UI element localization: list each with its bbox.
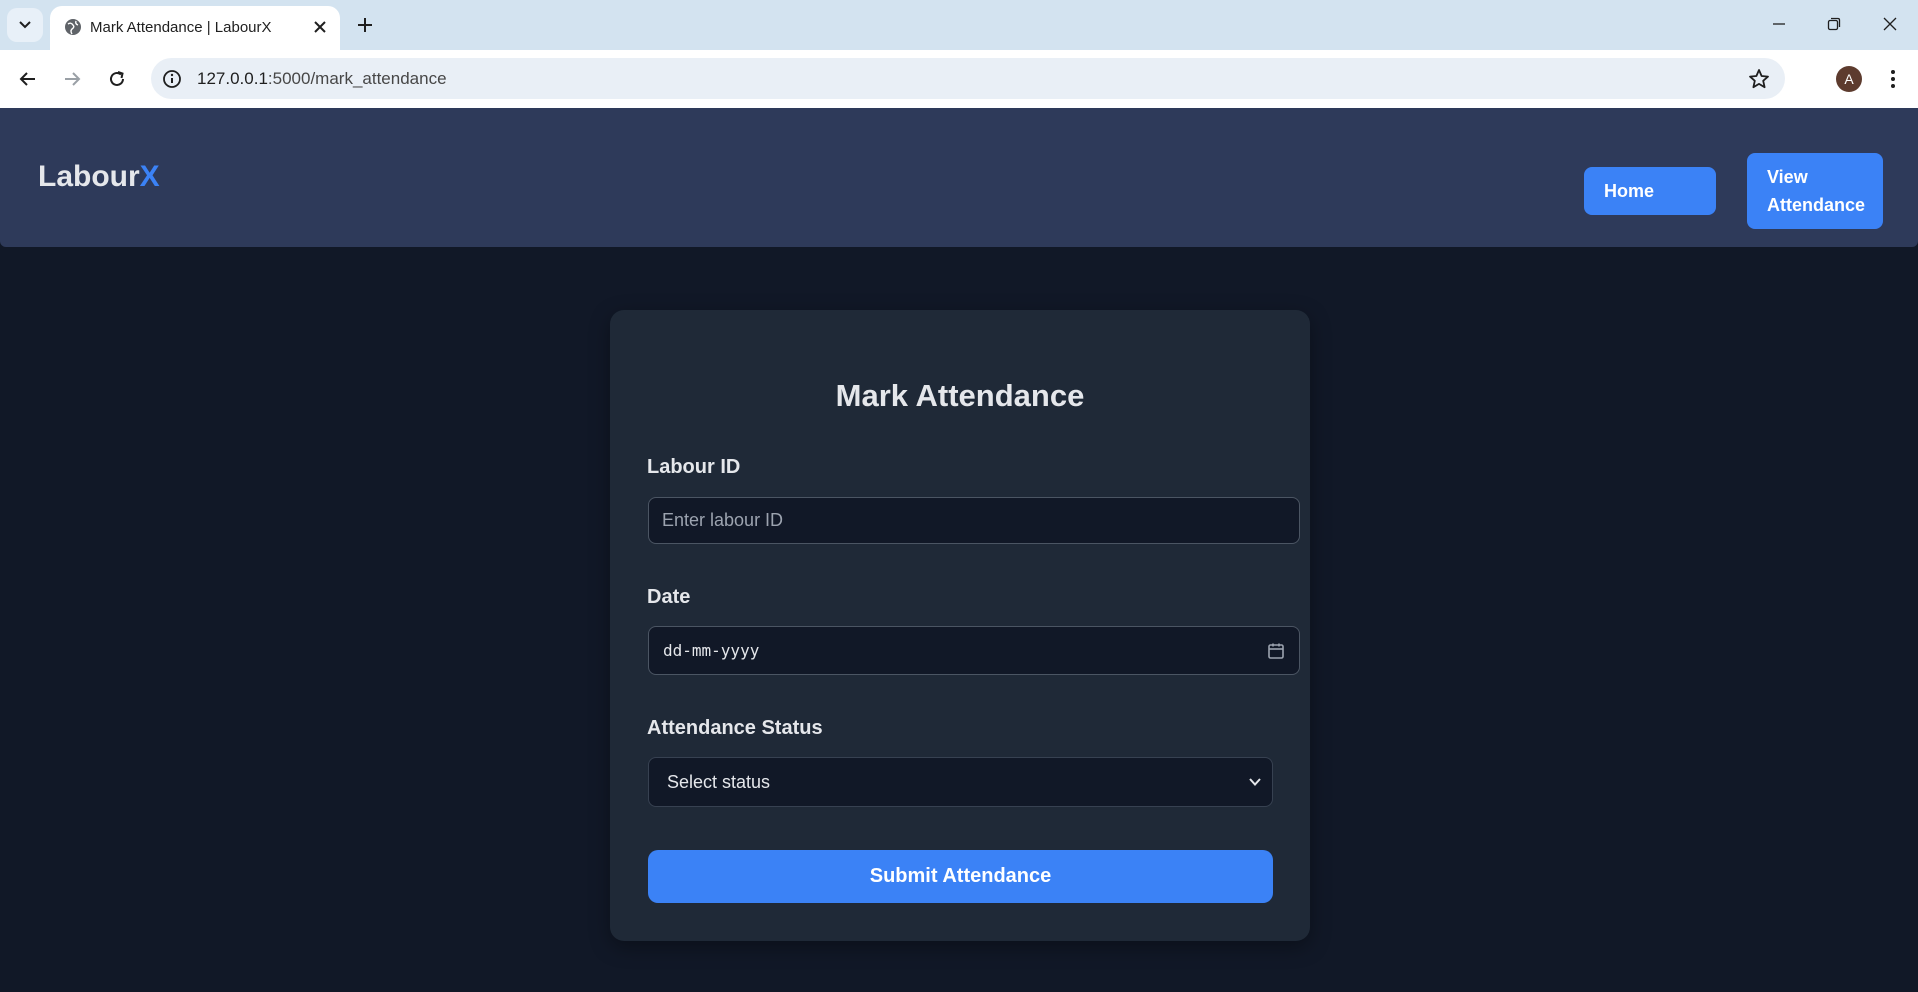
close-icon[interactable] — [310, 17, 330, 37]
logo-main: Labour — [38, 160, 140, 193]
date-input[interactable]: dd-mm-yyyy — [648, 626, 1300, 675]
tab-search-button[interactable] — [7, 8, 43, 42]
site-info-icon[interactable] — [161, 68, 183, 90]
site-header: LabourX Home View Attendance — [0, 108, 1918, 247]
logo-accent: X — [139, 160, 160, 193]
nav-home-button[interactable]: Home — [1584, 167, 1716, 215]
browser-tabstrip: Mark Attendance | LabourX — [0, 0, 1918, 50]
chevron-down-icon — [1249, 778, 1261, 786]
back-icon — [19, 72, 35, 86]
calendar-icon[interactable] — [1267, 642, 1285, 660]
nav-view-label-line2: Attendance — [1767, 195, 1866, 215]
profile-avatar[interactable]: A — [1836, 66, 1862, 92]
globe-icon — [65, 19, 81, 35]
attendance-status-label: Attendance Status — [647, 717, 823, 739]
labour-id-label: Labour ID — [647, 456, 741, 478]
page-title: Mark Attendance — [835, 378, 1085, 413]
back-button[interactable] — [14, 65, 42, 93]
address-bar[interactable]: 127.0.0.1:5000/mark_attendance — [151, 58, 1785, 99]
date-value: dd-mm-yyyy — [663, 641, 760, 660]
restore-icon — [1827, 17, 1841, 31]
forward-button[interactable] — [58, 65, 86, 93]
more-icon — [1891, 70, 1895, 88]
close-window-icon — [1883, 17, 1897, 31]
minimize-button[interactable] — [1756, 9, 1802, 39]
browser-toolbar: 127.0.0.1:5000/mark_attendance — [0, 50, 1918, 108]
chevron-down-icon — [19, 21, 31, 29]
attendance-form-card: Mark Attendance Labour ID Date dd-mm-yyy… — [610, 310, 1310, 941]
reload-icon — [110, 71, 124, 86]
forward-icon — [65, 72, 81, 86]
logo[interactable]: LabourX — [38, 160, 160, 194]
browser-menu-button[interactable] — [1882, 64, 1904, 94]
url-path: :5000/mark_attendance — [267, 69, 447, 88]
labour-id-input[interactable] — [648, 497, 1300, 544]
browser-tab[interactable]: Mark Attendance | LabourX — [50, 6, 340, 50]
submit-attendance-button[interactable]: Submit Attendance — [648, 850, 1273, 903]
reload-button[interactable] — [103, 65, 131, 93]
url-text[interactable]: 127.0.0.1:5000/mark_attendance — [197, 69, 447, 89]
plus-icon[interactable] — [352, 12, 378, 38]
close-window-button[interactable] — [1867, 9, 1913, 39]
nav-view-attendance-button[interactable]: View Attendance — [1747, 153, 1883, 229]
date-label: Date — [647, 586, 691, 608]
tab-title: Mark Attendance | LabourX — [90, 19, 272, 36]
restore-button[interactable] — [1811, 9, 1857, 39]
star-icon[interactable] — [1747, 67, 1771, 91]
attendance-status-select[interactable]: Select status — [648, 757, 1273, 807]
url-host: 127.0.0.1 — [197, 69, 268, 88]
nav-view-label-line1: View — [1767, 167, 1808, 187]
select-value: Select status — [667, 772, 771, 792]
minimize-icon — [1773, 23, 1785, 25]
